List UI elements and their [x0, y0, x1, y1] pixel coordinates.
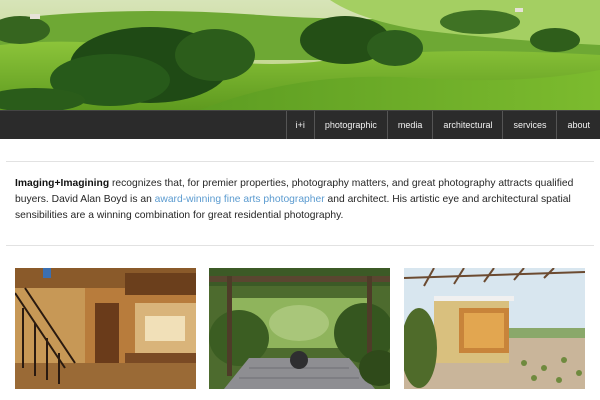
intro-paragraph: Imaging+Imagining recognizes that, for p…	[15, 176, 587, 224]
nav-item-architectural[interactable]: architectural	[432, 111, 502, 139]
bottom-divider	[6, 245, 594, 246]
nav-item-photographic[interactable]: photographic	[313, 111, 387, 139]
nav-item-home[interactable]: i+i	[285, 111, 314, 139]
brand-name: Imaging+Imagining	[15, 178, 110, 189]
nav-item-services[interactable]: services	[502, 111, 556, 139]
top-divider	[6, 161, 594, 162]
photographer-link[interactable]: award-winning fine arts photographer	[155, 194, 325, 205]
hero-banner-image	[0, 0, 600, 110]
gallery-photo-interior-staircase[interactable]	[15, 268, 196, 389]
gallery-photo-garden-pergola[interactable]	[209, 268, 390, 389]
main-navigation-bar: i+i photographic media architectural ser…	[0, 110, 600, 139]
nav-item-about[interactable]: about	[556, 111, 600, 139]
nav-menu: i+i photographic media architectural ser…	[285, 111, 600, 139]
nav-item-media[interactable]: media	[386, 111, 433, 139]
gallery-photo-modern-house[interactable]	[404, 268, 585, 389]
